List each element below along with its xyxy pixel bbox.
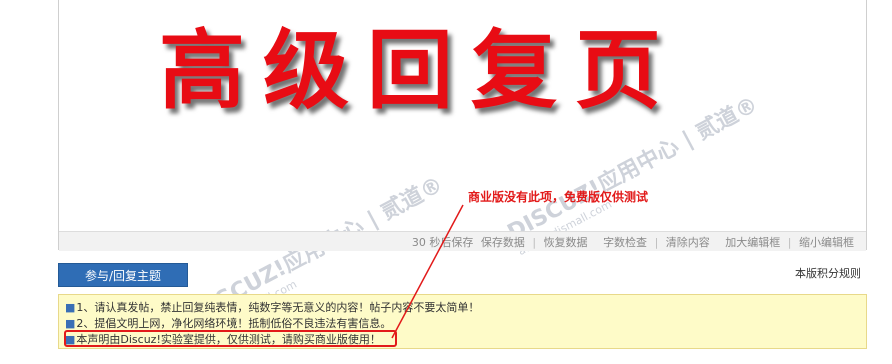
hero-title: 高级回复页 xyxy=(159,20,679,121)
word-count-link[interactable]: 字数检查 xyxy=(603,236,647,249)
annotation-label: 商业版没有此项，免费版仅供测试 xyxy=(468,190,649,204)
save-data-link[interactable]: 保存数据 xyxy=(481,236,525,249)
separator: | xyxy=(654,236,659,249)
clear-content-link[interactable]: 清除内容 xyxy=(666,236,710,249)
separator: | xyxy=(532,236,537,249)
restore-data-link[interactable]: 恢复数据 xyxy=(544,236,588,249)
notice-text-1: 1、请认真发帖，禁止回复纯表情，纯数字等无意义的内容！帖子内容不要太简单！ xyxy=(76,301,480,314)
notice-line-2: ■2、提倡文明上网，净化网络环境！抵制低俗不良违法有害信息。 xyxy=(65,315,391,331)
notice-line-1: ■1、请认真发帖，禁止回复纯表情，纯数字等无意义的内容！帖子内容不要太简单！ xyxy=(65,299,479,315)
statusbar-items: 30 秒后保存 保存数据 | 恢复数据 字数检查 | 清除内容 加大编辑框 | … xyxy=(410,234,856,250)
bullet-icon: ■ xyxy=(65,301,76,314)
rules-link[interactable]: 本版积分规则 xyxy=(795,265,861,281)
reply-button[interactable]: 参与/回复主题 xyxy=(58,263,188,287)
separator: | xyxy=(787,236,792,249)
enlarge-editor-link[interactable]: 加大编辑框 xyxy=(725,236,780,249)
bullet-icon: ■ xyxy=(65,317,76,330)
highlight-box xyxy=(64,330,397,347)
editor-statusbar: 30 秒后保存 保存数据 | 恢复数据 字数检查 | 清除内容 加大编辑框 | … xyxy=(59,231,866,251)
shrink-editor-link[interactable]: 缩小编辑框 xyxy=(799,236,854,249)
notice-text-2: 2、提倡文明上网，净化网络环境！抵制低俗不良违法有害信息。 xyxy=(76,317,392,330)
autosave-countdown: 30 秒后保存 xyxy=(411,236,474,249)
